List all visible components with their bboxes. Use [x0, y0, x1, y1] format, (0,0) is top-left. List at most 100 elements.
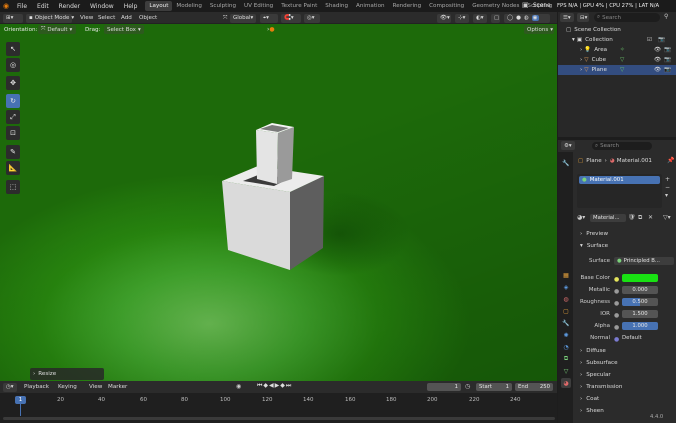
- menu-help[interactable]: Help: [119, 0, 143, 12]
- outliner-row-area[interactable]: › 💡 Area ✧ 👁 📷: [558, 45, 676, 55]
- outliner-row-scene-collection[interactable]: ▢ Scene Collection: [558, 25, 676, 35]
- visibility-button[interactable]: 👁▾: [437, 13, 451, 23]
- slot-menu-icon[interactable]: ▾: [665, 192, 670, 200]
- link-filter-icon[interactable]: ▽▾: [663, 214, 673, 222]
- duplicate-icon[interactable]: ⧉: [638, 214, 646, 222]
- menu-add[interactable]: Add: [121, 12, 132, 24]
- material-slot-row[interactable]: ● Material.001: [579, 176, 660, 184]
- add-slot-icon[interactable]: +: [665, 176, 670, 184]
- pin-icon[interactable]: 📌: [667, 157, 674, 164]
- fake-user-icon[interactable]: 🛡: [628, 214, 636, 222]
- stopwatch-icon[interactable]: ◷: [465, 383, 473, 391]
- tab-geometry-nodes[interactable]: Geometry Nodes: [468, 1, 523, 11]
- chimney-right[interactable]: [277, 127, 294, 184]
- data-tab[interactable]: ▽: [561, 366, 571, 376]
- transform-orientation-dropdown[interactable]: Global ▾: [230, 13, 256, 23]
- 3d-viewport[interactable]: Orientation: ⤧ Default ▾ Drag: Select Box ▾…: [0, 24, 557, 381]
- outliner-search[interactable]: ⌕ Search: [594, 13, 660, 22]
- properties-search[interactable]: ⌕ Search: [592, 142, 652, 150]
- diffuse-subpanel[interactable]: › Diffuse: [580, 345, 606, 356]
- checkbox-icon[interactable]: ☑: [647, 37, 652, 43]
- auto-keying-icon[interactable]: ◉: [236, 383, 244, 391]
- proportional-edit-button[interactable]: ◎▾: [304, 13, 320, 23]
- surface-panel-header[interactable]: ▾ Surface: [580, 240, 608, 251]
- timeline-view-menu[interactable]: View: [89, 381, 102, 393]
- editor-type-button[interactable]: ⊞▾: [3, 13, 23, 23]
- ior-field[interactable]: 1.500: [622, 310, 658, 318]
- pivot-point-button[interactable]: ⌖▾: [260, 13, 278, 23]
- timeline-scrollbar[interactable]: [3, 417, 555, 420]
- specular-subpanel[interactable]: › Specular: [580, 369, 611, 380]
- eye-icon[interactable]: 👁: [654, 47, 661, 53]
- metallic-field[interactable]: 0.000: [622, 286, 658, 294]
- tab-sculpting[interactable]: Sculpting: [206, 1, 240, 11]
- menu-object[interactable]: Object: [139, 12, 157, 24]
- chimney-front[interactable]: [256, 130, 278, 184]
- tab-compositing[interactable]: Compositing: [425, 1, 468, 11]
- unlink-icon[interactable]: ✕: [648, 214, 656, 222]
- outliner-row-collection[interactable]: ▾ ▣ Collection ☑ 📷: [558, 35, 676, 45]
- camera-render-icon[interactable]: 📷: [664, 67, 671, 73]
- sheen-subpanel[interactable]: › Sheen: [580, 405, 604, 416]
- menu-file[interactable]: File: [12, 0, 32, 12]
- roughness-field[interactable]: 0.500: [622, 298, 658, 306]
- menu-select[interactable]: Select: [98, 12, 115, 24]
- start-frame-field[interactable]: Start 1: [476, 383, 512, 391]
- snap-button[interactable]: 🧲▾: [281, 13, 301, 23]
- constraints-tab[interactable]: ⧉: [561, 354, 571, 364]
- scene-tab[interactable]: ◈: [561, 282, 571, 292]
- base-color-swatch[interactable]: [622, 274, 658, 282]
- object-tab[interactable]: ▢: [561, 306, 571, 316]
- filter-icon[interactable]: ⚲: [664, 13, 674, 22]
- normal-value[interactable]: Default: [622, 334, 642, 342]
- tab-animation[interactable]: Animation: [352, 1, 389, 11]
- material-tab[interactable]: ◕: [561, 378, 571, 388]
- surface-shader-field[interactable]: ● Principled B...: [614, 257, 674, 265]
- render-tab[interactable]: ▦: [561, 270, 571, 280]
- remove-slot-icon[interactable]: −: [665, 184, 670, 192]
- jump-end-icon[interactable]: ⏭: [286, 382, 292, 389]
- coat-subpanel[interactable]: › Coat: [580, 393, 599, 404]
- world-tab[interactable]: ◍: [561, 294, 571, 304]
- outliner-row-plane[interactable]: › ▽ Plane ▽ 👁 📷: [558, 65, 676, 75]
- material-shading-icon[interactable]: ◍: [524, 15, 529, 21]
- current-frame-field[interactable]: 1: [427, 383, 461, 391]
- menu-window[interactable]: Window: [85, 0, 119, 12]
- overlays-button[interactable]: ◐▾: [473, 13, 487, 23]
- camera-render-icon[interactable]: 📷: [664, 47, 671, 53]
- solid-shading-icon[interactable]: ●: [516, 15, 521, 21]
- camera-render-icon[interactable]: 📷: [664, 57, 671, 63]
- mode-dropdown[interactable]: ▪ Object Mode ▾: [26, 13, 74, 23]
- tab-layout[interactable]: Layout: [145, 1, 173, 11]
- particles-tab[interactable]: ✺: [561, 330, 571, 340]
- menu-view[interactable]: View: [80, 12, 93, 24]
- scene-selector-icon[interactable]: ▣: [522, 1, 530, 11]
- browse-material-icon[interactable]: ◕▾: [577, 214, 589, 222]
- menu-edit[interactable]: Edit: [32, 0, 54, 12]
- material-name-field[interactable]: Material...: [590, 214, 626, 222]
- last-operator-panel[interactable]: › Resize: [30, 368, 104, 380]
- cube-front-face[interactable]: [222, 181, 290, 270]
- gizmo-button[interactable]: ⊹▾: [455, 13, 469, 23]
- blender-logo-icon[interactable]: ◉: [0, 0, 12, 12]
- tab-uv-editing[interactable]: UV Editing: [240, 1, 277, 11]
- alpha-field[interactable]: 1.000: [622, 322, 658, 330]
- subsurface-subpanel[interactable]: › Subsurface: [580, 357, 618, 368]
- playback-menu[interactable]: Playback: [24, 381, 49, 393]
- timeline-editor-type[interactable]: ◷▾: [3, 382, 17, 392]
- rendered-shading-icon[interactable]: ◉: [531, 15, 539, 21]
- xray-button[interactable]: ▢: [491, 13, 500, 23]
- keying-menu[interactable]: Keying: [58, 381, 77, 393]
- tab-shading[interactable]: Shading: [321, 1, 352, 11]
- scene-name[interactable]: Scene: [533, 0, 551, 12]
- physics-tab[interactable]: ◔: [561, 342, 571, 352]
- display-mode-button[interactable]: ⊟▾: [577, 13, 589, 22]
- outliner-editor-type[interactable]: ☰▾: [560, 13, 574, 22]
- eye-icon[interactable]: 👁: [654, 57, 661, 63]
- end-frame-field[interactable]: End 250: [515, 383, 553, 391]
- transform-orientation-icon[interactable]: ⤧: [220, 14, 229, 23]
- properties-editor-type[interactable]: ⚙▾: [561, 141, 575, 150]
- material-slot-list[interactable]: ● Material.001: [577, 174, 662, 208]
- tab-rendering[interactable]: Rendering: [389, 1, 426, 11]
- eye-icon[interactable]: 👁: [654, 67, 661, 73]
